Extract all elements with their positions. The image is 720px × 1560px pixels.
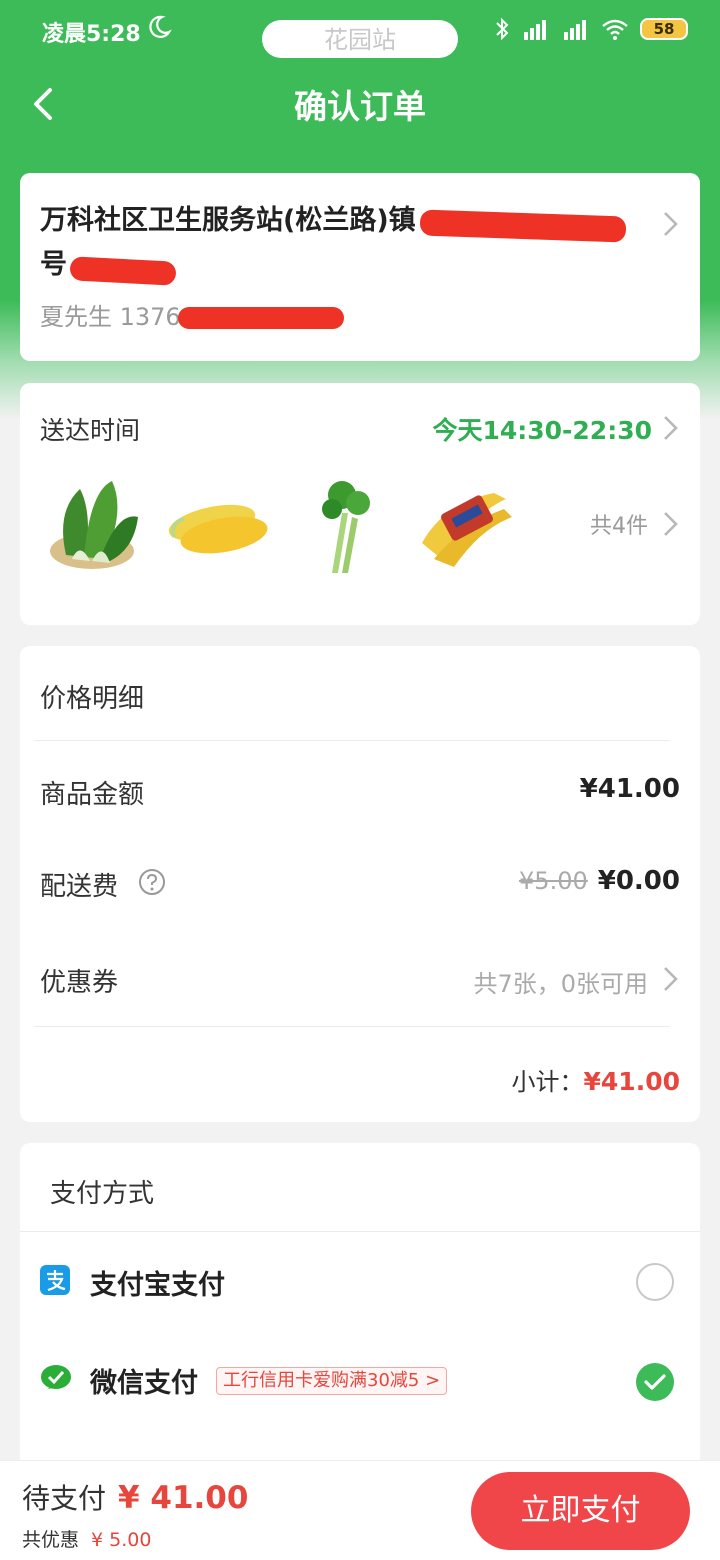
payment-title: 支付方式 — [50, 1179, 155, 1209]
subtotal-value: ¥41.00 — [583, 1067, 680, 1096]
check-icon — [644, 1374, 666, 1390]
celery-image — [322, 481, 370, 573]
payment-option-wechat[interactable]: 微信支付 工行信用卡爱购满30减5 > — [20, 1349, 700, 1413]
moon-icon — [149, 15, 172, 38]
divider — [20, 1231, 700, 1232]
delivery-fee-label: 配送费 — [40, 872, 119, 902]
signal-icon — [564, 20, 586, 40]
discount-label: 共优惠 — [22, 1529, 80, 1551]
chevron-right-icon — [664, 512, 678, 536]
battery-indicator: 58 — [640, 18, 688, 40]
page-title: 确认订单 — [294, 87, 426, 126]
status-icons: 58 — [494, 16, 688, 42]
divider — [34, 1026, 670, 1027]
delivery-time: 今天14:30-22:30 — [432, 416, 652, 445]
promo-badge[interactable]: 工行信用卡爱购满30减5 > — [216, 1367, 448, 1395]
subtotal-label: 小计： — [511, 1068, 584, 1096]
delivery-label: 送达时间 — [40, 416, 141, 445]
delivery-card[interactable]: 送达时间 今天14:30-22:30 共4件 — [20, 383, 700, 625]
coupon-label: 优惠券 — [40, 968, 119, 998]
bok-choy-image — [50, 481, 138, 569]
pending-payment: 待支付 ¥ 41.00 — [22, 1477, 248, 1517]
corn-image — [168, 504, 268, 554]
wechat-pay-icon — [41, 1365, 71, 1389]
delivery-fee-value: ¥0.00 — [597, 866, 680, 896]
discount-summary: 共优惠 ¥ 5.00 — [22, 1525, 151, 1552]
price-title: 价格明细 — [40, 684, 145, 714]
chevron-right-icon — [664, 416, 678, 440]
pending-label: 待支付 — [22, 1482, 107, 1515]
status-time: 凌晨5:28 — [42, 22, 141, 47]
banana-image — [422, 493, 512, 567]
redaction-mark — [178, 307, 344, 329]
price-detail-card: 价格明细 商品金额 ¥41.00 配送费 ¥5.00 ¥0.00 优惠券 共7张… — [20, 646, 700, 1122]
signal-hd-icon — [524, 20, 546, 40]
address-line: 万科社区卫生服务站(松兰路)镇 — [40, 205, 416, 236]
address-line2: 号 — [40, 249, 67, 280]
alipay-icon — [40, 1265, 70, 1295]
address-card[interactable]: 万科社区卫生服务站(松兰路)镇 号 夏先生 1376 — [20, 173, 700, 361]
bluetooth-icon — [496, 17, 509, 41]
alipay-radio[interactable] — [636, 1263, 674, 1301]
wechat-pay-label: 微信支付 — [90, 1368, 198, 1399]
item-count: 共4件 — [590, 514, 648, 539]
chevron-right-icon — [664, 967, 678, 991]
discount-value: ¥ 5.00 — [91, 1529, 152, 1551]
delivery-fee-values: ¥5.00 ¥0.00 — [519, 866, 680, 896]
pay-now-button[interactable]: 立即支付 — [471, 1472, 690, 1550]
pending-value: ¥ 41.00 — [118, 1480, 249, 1516]
wifi-icon — [602, 19, 628, 40]
goods-amount-value: ¥41.00 — [579, 774, 680, 804]
delivery-fee-original: ¥5.00 — [519, 867, 588, 895]
subtotal: 小计： ¥41.00 — [512, 1062, 680, 1097]
payment-option-alipay[interactable]: 支付宝支付 — [20, 1253, 700, 1313]
divider — [34, 740, 670, 741]
contact-info: 夏先生 1376 — [40, 303, 181, 331]
chevron-right-icon — [664, 212, 678, 236]
coupon-value[interactable]: 共7张，0张可用 — [473, 964, 648, 999]
station-pill: 花园站 — [262, 20, 458, 58]
help-icon[interactable] — [138, 868, 166, 896]
payment-method-card: 支付方式 支付宝支付 微信支付 工行信用卡爱购满30减5 > — [20, 1143, 700, 1473]
alipay-label: 支付宝支付 — [90, 1270, 225, 1301]
wechat-pay-radio-checked[interactable] — [636, 1363, 674, 1401]
goods-amount-label: 商品金额 — [40, 780, 145, 810]
